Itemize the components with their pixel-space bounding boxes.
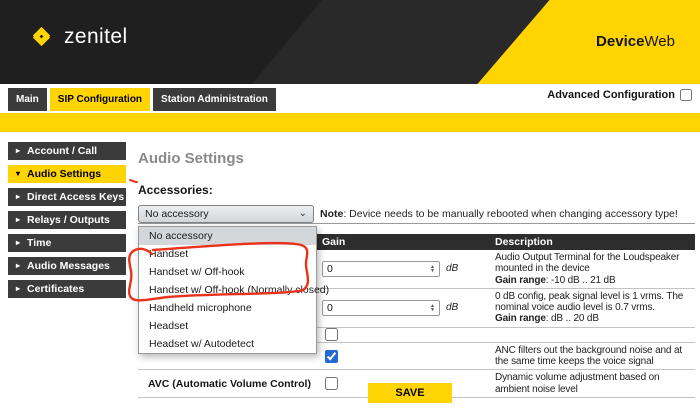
tab-station-administration[interactable]: Station Administration <box>153 88 276 111</box>
product-name-bold: Device <box>596 33 644 50</box>
gain-range-value: : -10 dB .. 21 dB <box>546 275 616 286</box>
sidebar-item-direct-access-keys[interactable]: ▸ Direct Access Keys <box>8 188 126 206</box>
tab-sip-configuration[interactable]: SIP Configuration <box>50 88 150 111</box>
description-text: 0 dB config, peak signal level is 1 vrms… <box>495 291 683 313</box>
number-spinner[interactable]: ▲▼ <box>426 262 439 276</box>
sidebar: ▸ Account / Call ▾ Audio Settings ▸ Dire… <box>8 142 126 303</box>
gain-range: Gain range: -10 dB .. 21 dB <box>495 275 693 286</box>
avc-row-label: AVC (Automatic Volume Control) <box>138 370 318 397</box>
chevron-right-icon: ▸ <box>16 193 20 201</box>
gain-range-label: Gain range <box>495 313 546 324</box>
gain-range-value: : dB .. 20 dB <box>546 313 599 324</box>
gain-input[interactable] <box>323 301 426 315</box>
sidebar-item-label: Audio Messages <box>27 260 110 272</box>
feature-checkbox[interactable] <box>325 328 338 341</box>
chevron-right-icon: ▸ <box>16 216 20 224</box>
spinner-down-icon: ▼ <box>430 308 435 312</box>
table-header-description: Description <box>490 236 695 248</box>
top-tabs: Main SIP Configuration Station Administr… <box>8 88 276 111</box>
zenitel-logo-icon <box>28 24 55 49</box>
dropdown-option-headset[interactable]: Headset <box>139 317 316 335</box>
row-gain-cell <box>318 343 490 370</box>
row-gain-cell: ▲▼ dB <box>318 289 490 327</box>
row-description: Audio Output Terminal for the Loudspeake… <box>490 250 695 288</box>
sidebar-item-label: Direct Access Keys <box>27 191 124 203</box>
row-description <box>490 328 695 342</box>
deviceweb-page: zenitel DeviceWeb Main SIP Configuration… <box>0 0 700 416</box>
row-gain-cell: ▲▼ dB <box>318 250 490 288</box>
sidebar-item-label: Relays / Outputs <box>27 214 110 226</box>
chevron-right-icon: ▸ <box>16 262 20 270</box>
note-text: : Device needs to be manually rebooted w… <box>343 208 677 220</box>
sidebar-item-label: Audio Settings <box>27 168 101 180</box>
dropdown-option-handset-offhook-nc[interactable]: Handset w/ Off-hook (Normally closed) <box>139 281 316 299</box>
avc-checkbox[interactable] <box>325 377 338 390</box>
dropdown-option-no-accessory[interactable]: No accessory <box>139 227 316 245</box>
app-header: zenitel DeviceWeb <box>0 0 700 84</box>
dropdown-option-handset-offhook[interactable]: Handset w/ Off-hook <box>139 263 316 281</box>
zenitel-logo: zenitel <box>28 24 128 49</box>
dropdown-option-headset-autodetect[interactable]: Headset w/ Autodetect <box>139 335 316 353</box>
row-description: ANC filters out the background noise and… <box>490 343 695 370</box>
chevron-right-icon: ▸ <box>16 239 20 247</box>
row-gain-cell <box>318 328 490 342</box>
sidebar-item-label: Certificates <box>27 283 84 295</box>
gain-number-field: ▲▼ <box>322 261 440 277</box>
sidebar-item-audio-settings[interactable]: ▾ Audio Settings <box>8 165 126 183</box>
chevron-right-icon: ▸ <box>16 147 20 155</box>
sidebar-item-time[interactable]: ▸ Time <box>8 234 126 252</box>
gain-input[interactable] <box>323 262 426 276</box>
accessory-select[interactable]: No accessory ⌄ <box>138 205 314 223</box>
gain-range-label: Gain range <box>495 275 546 286</box>
product-name-light: Web <box>644 33 675 50</box>
note-bold: Note <box>320 208 343 220</box>
dropdown-option-handset[interactable]: Handset <box>139 245 316 263</box>
logo-text: zenitel <box>64 25 128 49</box>
sidebar-item-audio-messages[interactable]: ▸ Audio Messages <box>8 257 126 275</box>
top-nav: Main SIP Configuration Station Administr… <box>0 84 700 113</box>
gain-number-field: ▲▼ <box>322 300 440 316</box>
spinner-down-icon: ▼ <box>430 269 435 273</box>
sidebar-item-certificates[interactable]: ▸ Certificates <box>8 280 126 298</box>
unit-label: dB <box>446 302 458 313</box>
unit-label: dB <box>446 263 458 274</box>
tab-main[interactable]: Main <box>8 88 47 111</box>
number-spinner[interactable]: ▲▼ <box>426 301 439 315</box>
advanced-configuration-checkbox[interactable] <box>680 89 692 101</box>
sidebar-item-relays-outputs[interactable]: ▸ Relays / Outputs <box>8 211 126 229</box>
gain-range: Gain range: dB .. 20 dB <box>495 313 693 324</box>
accessories-label: Accessories: <box>138 183 213 197</box>
advanced-configuration: Advanced Configuration <box>547 89 692 101</box>
product-name: DeviceWeb <box>596 33 675 50</box>
reboot-note: Note: Device needs to be manually reboot… <box>320 208 695 220</box>
dropdown-option-handheld-microphone[interactable]: Handheld microphone <box>139 299 316 317</box>
anc-checkbox[interactable] <box>325 350 338 363</box>
save-button[interactable]: SAVE <box>368 383 452 403</box>
table-header-gain: Gain <box>318 236 490 248</box>
row-description: 0 dB config, peak signal level is 1 vrms… <box>490 289 695 327</box>
page-title: Audio Settings <box>138 150 244 167</box>
accessory-dropdown-list: No accessory Handset Handset w/ Off-hook… <box>138 226 317 354</box>
accessory-select-value: No accessory <box>145 208 299 220</box>
sidebar-item-account-call[interactable]: ▸ Account / Call <box>8 142 126 160</box>
description-text: Audio Output Terminal for the Loudspeake… <box>495 252 679 274</box>
chevron-down-icon: ▾ <box>16 170 20 178</box>
row-description: Dynamic volume adjustment based on ambie… <box>490 370 695 397</box>
yellow-divider-bar <box>0 113 700 132</box>
advanced-configuration-label: Advanced Configuration <box>547 89 675 101</box>
chevron-right-icon: ▸ <box>16 285 20 293</box>
sidebar-item-label: Account / Call <box>27 145 97 157</box>
sidebar-item-label: Time <box>27 237 51 249</box>
